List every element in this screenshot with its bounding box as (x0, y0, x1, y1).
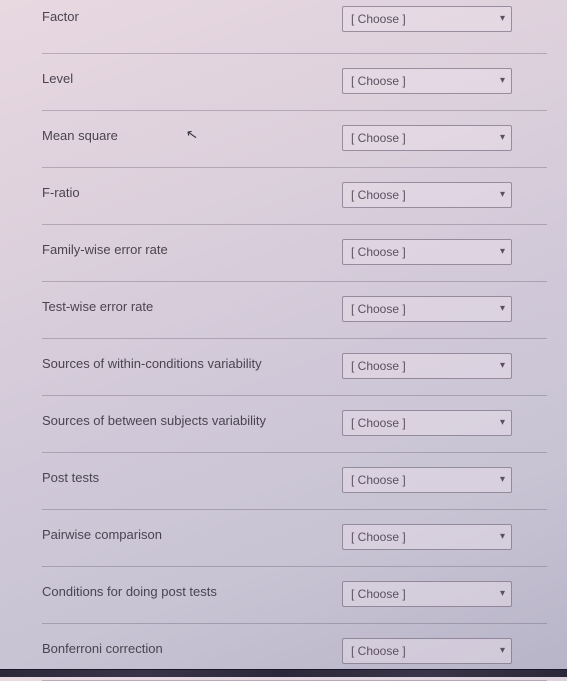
taskbar (0, 669, 567, 677)
answer-dropdown[interactable]: [ Choose ] ▾ (342, 239, 512, 265)
term-label-cell: Test-wise error rate (42, 296, 342, 316)
matching-row: Post tests [ Choose ] ▾ (42, 453, 547, 510)
matching-row: F-ratio [ Choose ] ▾ (42, 168, 547, 225)
term-label-cell: F-ratio (42, 182, 342, 202)
answer-dropdown[interactable]: [ Choose ] ▾ (342, 296, 512, 322)
term-label-cell: Factor (42, 6, 342, 26)
answer-select-cell: [ Choose ] ▾ (342, 353, 547, 379)
answer-select-cell: [ Choose ] ▾ (342, 524, 547, 550)
term-label: Level (42, 71, 73, 86)
term-label: Sources of between subjects variability (42, 413, 266, 428)
answer-select-cell: [ Choose ] ▾ (342, 68, 547, 94)
matching-row: Factor [ Choose ] ▾ (42, 0, 547, 54)
term-label-cell: Bonferroni correction (42, 638, 342, 658)
chevron-down-icon: ▾ (500, 532, 505, 542)
matching-row: Mean square [ Choose ] ▾ (42, 111, 547, 168)
answer-dropdown[interactable]: [ Choose ] ▾ (342, 353, 512, 379)
chevron-down-icon: ▾ (500, 133, 505, 143)
term-label-cell: Sources of between subjects variability (42, 410, 342, 430)
answer-select-cell: [ Choose ] ▾ (342, 581, 547, 607)
term-label: Family-wise error rate (42, 242, 168, 257)
matching-question-container: Factor[ Choose ]▾Level[ Choose ]▾Mean sq… (0, 0, 567, 681)
dropdown-selected-text: [ Choose ] (351, 302, 406, 316)
matching-row: Level [ Choose ] ▾ (42, 54, 547, 111)
dropdown-selected-text: [ Choose ] (351, 587, 406, 601)
answer-dropdown[interactable]: [ Choose ] ▾ (342, 68, 512, 94)
answer-dropdown[interactable]: [ Choose ] ▾ (342, 638, 512, 664)
matching-row: Conditions for doing post tests [ Choose … (42, 567, 547, 624)
answer-select-cell: [ Choose ] ▾ (342, 638, 547, 664)
matching-row: Pairwise comparison [ Choose ] ▾ (42, 510, 547, 567)
chevron-down-icon: ▾ (500, 418, 505, 428)
dropdown-selected-text: [ Choose ] (351, 74, 406, 88)
chevron-down-icon: ▾ (500, 304, 505, 314)
matching-row: Sources of between subjects variability [… (42, 396, 547, 453)
term-label: Post tests (42, 470, 99, 485)
term-label: Bonferroni correction (42, 641, 163, 656)
term-label-cell: Pairwise comparison (42, 524, 342, 544)
dropdown-selected-text: [ Choose ] (351, 644, 406, 658)
matching-row: Test-wise error rate [ Choose ] ▾ (42, 282, 547, 339)
dropdown-selected-text: [ Choose ] (351, 359, 406, 373)
chevron-down-icon: ▾ (500, 76, 505, 86)
answer-dropdown[interactable]: [ Choose ] ▾ (342, 182, 512, 208)
answer-dropdown[interactable]: [ Choose ] ▾ (342, 467, 512, 493)
term-label: Factor (42, 9, 79, 24)
term-label-cell: Level (42, 68, 342, 88)
chevron-down-icon: ▾ (500, 589, 505, 599)
answer-select-cell: [ Choose ] ▾ (342, 296, 547, 322)
chevron-down-icon: ▾ (500, 475, 505, 485)
dropdown-selected-text: [ Choose ] (351, 530, 406, 544)
dropdown-selected-text: [ Choose ] (351, 473, 406, 487)
answer-dropdown[interactable]: [ Choose ] ▾ (342, 6, 512, 32)
answer-select-cell: [ Choose ] ▾ (342, 410, 547, 436)
dropdown-selected-text: [ Choose ] (351, 416, 406, 430)
chevron-down-icon: ▾ (500, 361, 505, 371)
answer-dropdown[interactable]: [ Choose ] ▾ (342, 125, 512, 151)
dropdown-selected-text: [ Choose ] (351, 131, 406, 145)
term-label-cell: Family-wise error rate (42, 239, 342, 259)
answer-select-cell: [ Choose ] ▾ (342, 182, 547, 208)
answer-dropdown[interactable]: [ Choose ] ▾ (342, 524, 512, 550)
matching-row: Sources of within-conditions variability… (42, 339, 547, 396)
term-label-cell: Mean square (42, 125, 342, 145)
answer-select-cell: [ Choose ] ▾ (342, 239, 547, 265)
term-label: F-ratio (42, 185, 80, 200)
dropdown-selected-text: [ Choose ] (351, 12, 406, 26)
chevron-down-icon: ▾ (500, 646, 505, 656)
term-label: Test-wise error rate (42, 299, 153, 314)
term-label: Conditions for doing post tests (42, 584, 217, 599)
answer-select-cell: [ Choose ] ▾ (342, 6, 547, 32)
term-label-cell: Post tests (42, 467, 342, 487)
term-label: Sources of within-conditions variability (42, 356, 262, 371)
term-label-cell: Sources of within-conditions variability (42, 353, 342, 373)
dropdown-selected-text: [ Choose ] (351, 188, 406, 202)
chevron-down-icon: ▾ (500, 247, 505, 257)
matching-row: Family-wise error rate [ Choose ] ▾ (42, 225, 547, 282)
answer-select-cell: [ Choose ] ▾ (342, 467, 547, 493)
answer-select-cell: [ Choose ] ▾ (342, 125, 547, 151)
answer-dropdown[interactable]: [ Choose ] ▾ (342, 581, 512, 607)
answer-dropdown[interactable]: [ Choose ] ▾ (342, 410, 512, 436)
term-label-cell: Conditions for doing post tests (42, 581, 342, 601)
chevron-down-icon: ▾ (500, 14, 505, 24)
term-label: Pairwise comparison (42, 527, 162, 542)
term-label: Mean square (42, 128, 118, 143)
chevron-down-icon: ▾ (500, 190, 505, 200)
dropdown-selected-text: [ Choose ] (351, 245, 406, 259)
